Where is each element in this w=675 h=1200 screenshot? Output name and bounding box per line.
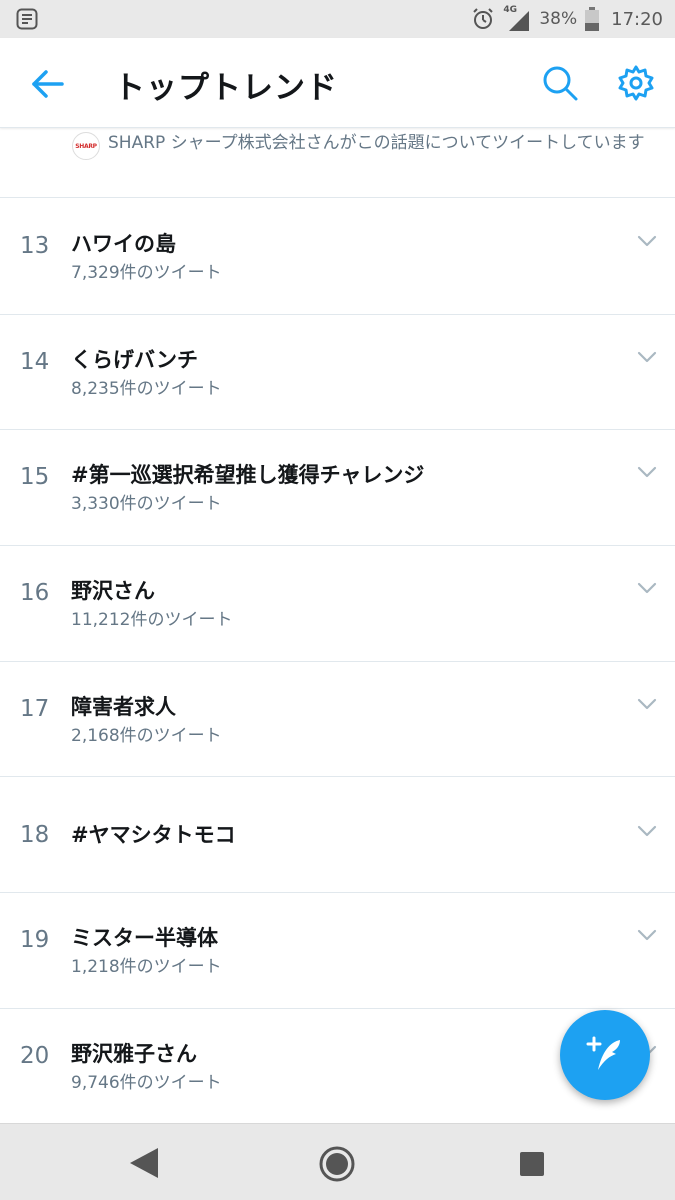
chevron-down-icon[interactable] bbox=[636, 349, 658, 365]
trend-name: 障害者求人 bbox=[71, 694, 176, 719]
signal-icon bbox=[509, 11, 530, 31]
trend-name: 野沢雅子さん bbox=[71, 1041, 197, 1066]
trend-tweet-count: 8,235件のツイート bbox=[71, 378, 222, 399]
trend-rank: 14 bbox=[20, 348, 50, 375]
trend-rank: 17 bbox=[20, 695, 50, 722]
nav-recents-icon[interactable] bbox=[519, 1151, 545, 1177]
nav-home-icon[interactable] bbox=[318, 1145, 356, 1183]
trend-tweet-count: 7,329件のツイート bbox=[71, 263, 222, 283]
chevron-down-icon[interactable] bbox=[636, 823, 658, 839]
alarm-icon bbox=[473, 8, 494, 29]
sharp-logo-text: SHARP bbox=[75, 142, 97, 150]
trend-row[interactable]: 13 ハワイの島 7,329件のツイート bbox=[0, 199, 675, 315]
chevron-down-icon[interactable] bbox=[636, 696, 658, 712]
trend-rank: 13 bbox=[20, 233, 50, 259]
search-icon[interactable] bbox=[540, 63, 580, 103]
trend-name: #第一巡選択希望推し獲得チャレンジ bbox=[71, 463, 425, 488]
sharp-logo: SHARP bbox=[72, 132, 100, 160]
battery-percent: 38% bbox=[539, 9, 578, 29]
chevron-down-icon[interactable] bbox=[636, 464, 658, 480]
gear-icon[interactable] bbox=[616, 63, 656, 103]
trend-tweet-count: 11,212件のツイート bbox=[71, 610, 233, 631]
trend-rank: 16 bbox=[20, 580, 50, 607]
chevron-down-icon[interactable] bbox=[636, 233, 658, 249]
compose-tweet-button[interactable] bbox=[560, 1010, 650, 1100]
trend-name: 野沢さん bbox=[71, 579, 155, 604]
trend-name: ミスター半導体 bbox=[71, 926, 218, 951]
battery-fill bbox=[585, 23, 600, 31]
trend-row[interactable]: 17 障害者求人 2,168件のツイート bbox=[0, 662, 675, 778]
trend-tweet-count: 3,330件のツイート bbox=[71, 494, 222, 515]
trend-tweet-count: 2,168件のツイート bbox=[71, 725, 222, 746]
trend-rank: 19 bbox=[20, 927, 50, 954]
promoted-description: SHARP シャープ株式会社さんがこの話題についてツイートしています bbox=[108, 133, 645, 153]
chevron-down-icon[interactable] bbox=[636, 927, 658, 943]
nav-back-icon[interactable] bbox=[128, 1146, 160, 1180]
trend-row[interactable]: 15 #第一巡選択希望推し獲得チャレンジ 3,330件のツイート bbox=[0, 430, 675, 547]
status-bar: 4G 38% 17:20 bbox=[0, 0, 675, 38]
app-bar: トップトレンド bbox=[0, 38, 675, 128]
trend-tweet-count: 1,218件のツイート bbox=[71, 957, 222, 978]
trend-name: #ヤマシタトモコ bbox=[71, 823, 236, 848]
signal-indicator: 4G bbox=[503, 5, 531, 31]
notification-list-icon bbox=[16, 8, 38, 30]
trend-name: くらげバンチ bbox=[71, 347, 199, 372]
trend-list: 13 ハワイの島 7,329件のツイート 14 くらげバンチ 8,235件のツイ… bbox=[0, 199, 675, 1125]
compose-tweet-icon bbox=[586, 1036, 620, 1070]
back-arrow-icon[interactable] bbox=[26, 64, 70, 104]
clock: 17:20 bbox=[611, 8, 663, 30]
trend-name: ハワイの島 bbox=[71, 232, 176, 256]
trend-row[interactable]: 19 ミスター半導体 1,218件のツイート bbox=[0, 893, 675, 1009]
trend-rank: 20 bbox=[20, 1042, 50, 1069]
battery-icon bbox=[585, 7, 600, 31]
trend-row[interactable]: 16 野沢さん 11,212件のツイート bbox=[0, 546, 675, 662]
page-title: トップトレンド bbox=[114, 70, 338, 106]
trend-row[interactable]: 18 #ヤマシタトモコ bbox=[0, 777, 675, 894]
trend-rank: 18 bbox=[20, 822, 50, 849]
chevron-down-icon[interactable] bbox=[636, 580, 658, 596]
trend-rank: 15 bbox=[20, 464, 50, 491]
trend-tweet-count: 9,746件のツイート bbox=[71, 1072, 222, 1093]
trend-row[interactable]: 14 くらげバンチ 8,235件のツイート bbox=[0, 315, 675, 431]
system-nav-bar bbox=[0, 1123, 675, 1200]
promoted-trend-row[interactable]: SHARP SHARP シャープ株式会社さんがこの話題についてツイートしています bbox=[0, 128, 675, 198]
